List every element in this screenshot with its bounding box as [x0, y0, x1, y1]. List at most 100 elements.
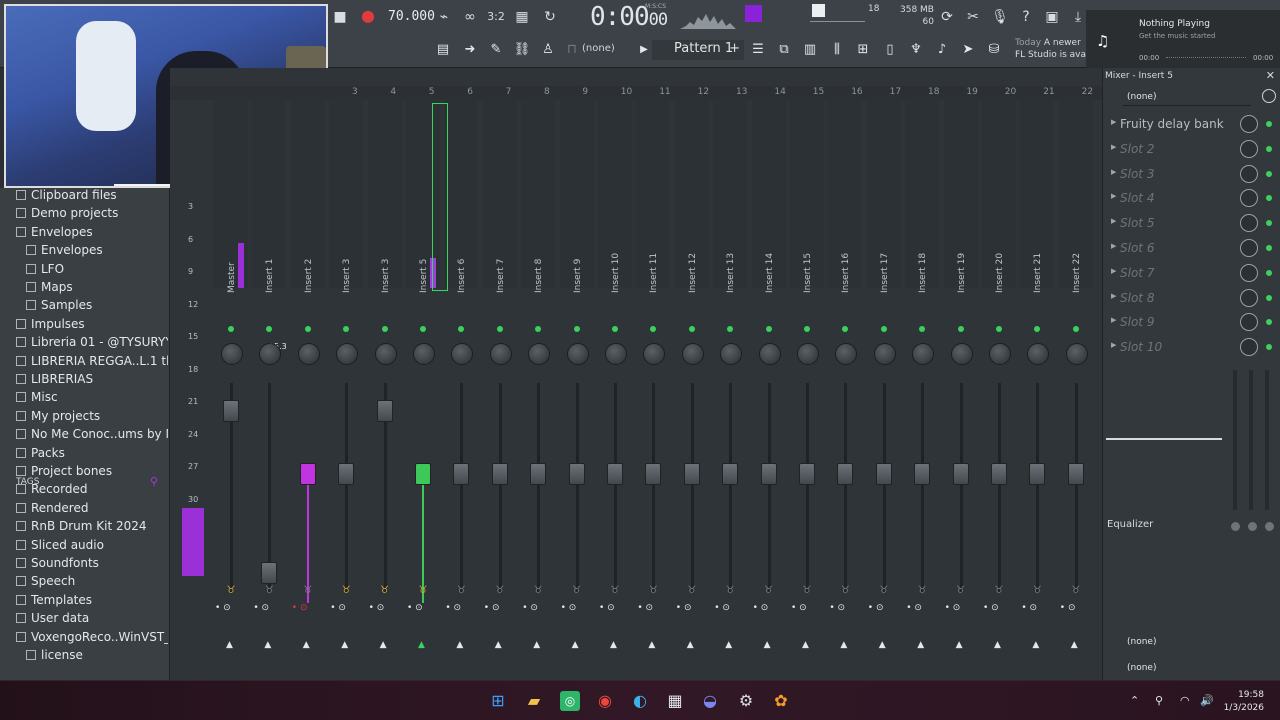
mixer-strip[interactable]: Insert 22 ♉ • ⊙ ▲	[1057, 98, 1095, 658]
browser-item[interactable]: Soundfonts	[0, 556, 168, 574]
mute-led[interactable]	[765, 326, 772, 332]
mixer-strip[interactable]: Insert 3 ♉ • ⊙ ▲	[327, 98, 365, 658]
expand-icon[interactable]: ▶	[1111, 217, 1116, 225]
close-icon[interactable]: ✕	[1266, 69, 1275, 82]
volume-fader[interactable]	[376, 399, 393, 422]
insert-volume-slider[interactable]	[1106, 438, 1222, 440]
mute-led[interactable]	[804, 326, 810, 332]
browser-item[interactable]: Speech	[0, 574, 168, 592]
stop-icon[interactable]: ■	[330, 8, 350, 26]
mixer-strip[interactable]: Insert 21 ♉ • ⊙ ▲	[1018, 98, 1056, 658]
route-icon[interactable]: • ⊙	[369, 603, 401, 615]
pan-knob[interactable]	[797, 343, 819, 365]
send-arrow-icon[interactable]: ▲	[879, 640, 886, 650]
windows-start-icon[interactable]: ⊞	[488, 691, 508, 711]
mix-knob[interactable]	[1240, 189, 1258, 208]
stereo-separation-icon[interactable]: ♉	[954, 585, 968, 599]
link-icon[interactable]: ⛓	[512, 41, 532, 59]
arrow-right-icon[interactable]: ➜	[460, 41, 480, 59]
effect-slot[interactable]: ▶ Slot 2	[1108, 139, 1276, 161]
mixer-strip[interactable]: Insert 19 ♉ • ⊙ ▲	[942, 98, 980, 658]
mute-led[interactable]	[266, 326, 273, 332]
stereo-separation-icon[interactable]: ♉	[454, 585, 468, 599]
add-pattern-button[interactable]: +	[729, 41, 740, 56]
mix-knob[interactable]	[1240, 164, 1258, 183]
volume-fader[interactable]	[1067, 462, 1084, 485]
effect-slot[interactable]: ▶ Slot 3	[1108, 164, 1276, 186]
draw-tool-icon[interactable]: ✎	[486, 41, 506, 59]
wifi-icon[interactable]: ◠	[1180, 694, 1190, 707]
volume-fader[interactable]	[837, 462, 854, 485]
browser-item[interactable]: LIBRERIAS	[0, 372, 168, 390]
stereo-separation-icon[interactable]: ♉	[493, 585, 507, 599]
mixer-strip[interactable]: Insert 6 ♉ • ⊙ ▲	[442, 98, 480, 658]
send-arrow-icon[interactable]: ▲	[956, 640, 963, 650]
taskbar-clock[interactable]: 19:58 1/3/2026	[1224, 689, 1264, 715]
send-arrow-icon[interactable]: ▲	[341, 640, 348, 650]
mixer-strip[interactable]: Insert 10 ♉ • ⊙ ▲	[596, 98, 634, 658]
mute-led[interactable]	[228, 326, 234, 332]
effect-slot[interactable]: ▶ Fruity delay bank	[1108, 114, 1276, 136]
tempo-display[interactable]: 70.000	[388, 9, 435, 24]
route-icon[interactable]: • ⊙	[599, 603, 631, 615]
stereo-separation-icon[interactable]: ♉	[800, 585, 814, 599]
record-icon[interactable]: ●	[358, 7, 378, 25]
volume-fader[interactable]	[299, 462, 316, 485]
effect-slot[interactable]: ▶ Slot 10	[1108, 337, 1276, 359]
step-edit-icon[interactable]: ▦	[512, 8, 532, 26]
browser-item[interactable]: Envelopes	[0, 225, 168, 243]
whatsapp-icon[interactable]: ◎	[560, 691, 580, 711]
volume-fader[interactable]	[683, 462, 700, 485]
route-icon[interactable]: • ⊙	[215, 603, 247, 615]
effect-slot[interactable]: ▶ Slot 5	[1108, 213, 1276, 235]
send-arrow-icon[interactable]: ▲	[687, 640, 694, 650]
browser-item[interactable]: Misc	[0, 390, 168, 408]
mute-led[interactable]	[880, 326, 887, 332]
loop-record-icon[interactable]: ↻	[540, 8, 560, 26]
shop-icon[interactable]: ⛁	[984, 41, 1004, 59]
route-icon[interactable]: • ⊙	[906, 603, 938, 615]
pan-knob[interactable]	[566, 343, 589, 365]
pan-knob[interactable]	[912, 343, 935, 365]
mixer-strip[interactable]: Insert 8 ♉ • ⊙ ▲	[519, 98, 557, 658]
route-icon[interactable]: • ⊙	[983, 603, 1015, 615]
route-icon[interactable]: • ⊙	[445, 603, 477, 615]
send-arrow-icon[interactable]: ▲	[226, 640, 233, 650]
volume-fader[interactable]	[491, 462, 508, 485]
chevron-up-icon[interactable]: ⌃	[1130, 694, 1139, 707]
send-arrow-icon[interactable]: ▲	[725, 640, 732, 650]
mixer-strip[interactable]: Insert 11 ♉ • ⊙ ▲	[634, 98, 672, 658]
volume-fader[interactable]	[1029, 462, 1046, 485]
effect-slot[interactable]: ▶ Slot 8	[1108, 288, 1276, 310]
expand-icon[interactable]: ▶	[1111, 192, 1116, 200]
send-arrow-icon[interactable]: ▲	[456, 640, 463, 650]
browser-item[interactable]: Impulses	[0, 317, 168, 335]
route-icon[interactable]: • ⊙	[522, 603, 554, 615]
stereo-separation-icon[interactable]: ♉	[531, 585, 545, 599]
stereo-separation-icon[interactable]: ♉	[685, 585, 699, 599]
volume-fader[interactable]	[415, 462, 431, 485]
metronome-icon[interactable]: ⌁	[434, 8, 454, 26]
stereo-separation-icon[interactable]: ♉	[838, 585, 852, 599]
tempo-tapper-icon[interactable]: ➤	[958, 41, 978, 59]
mixer-strip[interactable]: Insert 18 ♉ • ⊙ ▲	[903, 98, 941, 658]
browser-item[interactable]: Clipboard files	[0, 188, 168, 206]
enable-led[interactable]	[1266, 269, 1272, 276]
volume-fader[interactable]	[799, 462, 815, 485]
mute-led[interactable]	[496, 326, 503, 332]
browser-item[interactable]: RnB Drum Kit 2024	[0, 519, 168, 537]
effect-slot[interactable]: ▶ Slot 9	[1108, 312, 1276, 334]
mixer-strip[interactable]: Insert 17 ♉ • ⊙ ▲	[865, 98, 903, 658]
touch-keyboard-icon[interactable]: ♪	[932, 41, 952, 59]
pan-knob[interactable]	[835, 343, 858, 365]
project-icon[interactable]: ▯	[880, 41, 900, 59]
enable-led[interactable]	[1266, 121, 1272, 127]
mixer-strip[interactable]: Insert 1 ♉ • ⊙ ▲	[250, 98, 288, 658]
wait-icon[interactable]: ∞	[460, 8, 480, 26]
mute-led[interactable]	[535, 326, 542, 332]
stereo-separation-icon[interactable]: ♉	[262, 585, 276, 599]
eq-knob-low[interactable]	[1231, 522, 1240, 531]
master-volume-slider[interactable]	[810, 21, 865, 22]
pan-knob[interactable]	[297, 343, 320, 365]
browser-item[interactable]: license	[0, 648, 168, 666]
